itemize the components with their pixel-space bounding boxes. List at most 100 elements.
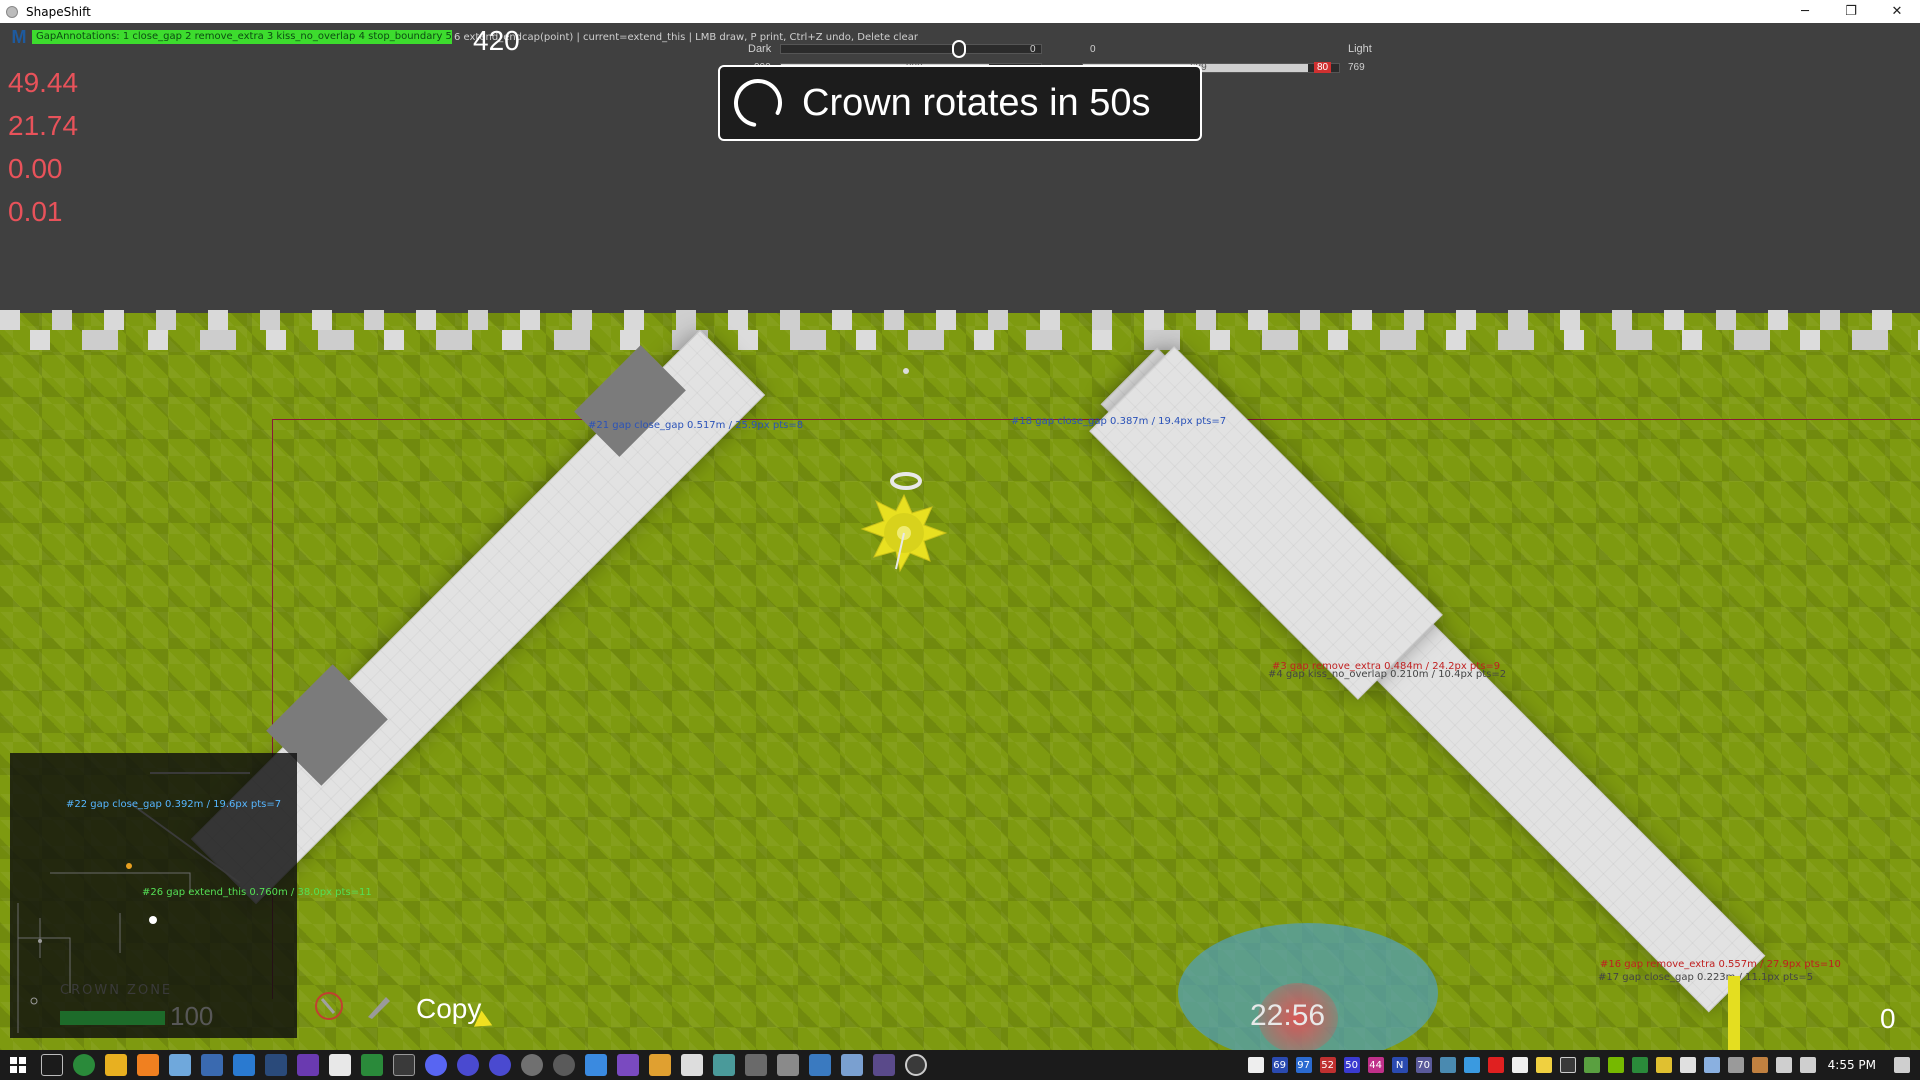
git-icon[interactable] [649,1054,671,1076]
slider-dark-knob[interactable] [952,40,966,58]
dark-label: Dark [748,43,772,55]
minimap[interactable]: #22 gap close_gap 0.392m / 19.6px pts=7 … [10,753,372,1038]
title-bar: ShapeShift ─ ❐ ✕ [0,0,1920,23]
game-viewport[interactable]: #21 gap close_gap 0.517m / 25.9px pts=8 … [0,23,1920,1050]
tray-badge-6[interactable]: N [1391,1057,1408,1073]
shapeshift-taskbar-icon[interactable] [905,1054,927,1076]
steam-icon[interactable] [265,1054,287,1076]
start-button[interactable] [0,1050,36,1080]
annotation-modes: GapAnnotations: 1 close_gap 2 remove_ext… [32,30,452,44]
app-icon [6,5,18,18]
maximize-button[interactable]: ❐ [1828,0,1874,23]
loading-spinner-icon [734,79,782,127]
stats-panel: 49.44 21.74 0.00 0.01 [8,61,78,233]
vs-code-icon[interactable] [329,1054,351,1076]
crown-countdown: Crown rotates in 50s [802,81,1151,124]
globe-icon[interactable] [521,1054,543,1076]
browser-icon-1[interactable] [457,1054,479,1076]
system-tray: 69 97 52 50 44 N 70 4:55 PM [1244,1050,1920,1080]
spreadsheet-icon[interactable] [361,1054,383,1076]
zone-health-value: 100 [170,1001,214,1031]
match-timer: 22:56 [1250,999,1326,1032]
app-icon-22[interactable] [745,1054,767,1076]
tray-keyboard-icon[interactable] [1751,1057,1768,1073]
slider-balance-b-red: 80 [1314,62,1332,73]
app-icon-21[interactable] [713,1054,735,1076]
minimize-button[interactable]: ─ [1782,0,1828,23]
gap-label-22: #22 gap close_gap 0.392m / 19.6px pts=7 [66,799,282,810]
spawn-dot [903,368,909,374]
app-icon-20[interactable] [681,1054,703,1076]
right-counter: 0 [1880,1003,1896,1034]
pen-tool-icon[interactable] [362,989,396,1023]
gap-label-16: #16 gap remove_extra 0.557m / 27.9px pts… [1600,959,1841,970]
annotation-bar: M GapAnnotations: 1 close_gap 2 remove_e… [8,27,918,47]
app-icon-7[interactable] [233,1054,255,1076]
tray-badge-3[interactable]: 52 [1319,1057,1336,1073]
tray-shield-icon[interactable] [1679,1057,1696,1073]
tray-battery-icon[interactable] [1559,1057,1576,1073]
browser-icon-2[interactable] [489,1054,511,1076]
tray-yellow-icon[interactable] [1535,1057,1552,1073]
tray-nvidia-icon[interactable] [1607,1057,1624,1073]
tray-badge-5[interactable]: 44 [1367,1057,1384,1073]
app-icon-18[interactable] [617,1054,639,1076]
media-player-icon[interactable] [137,1054,159,1076]
zone-health-bar [60,1011,165,1025]
editor-icon[interactable] [585,1054,607,1076]
task-view-icon[interactable] [41,1054,63,1076]
tray-network-icon[interactable] [1439,1057,1456,1073]
chrome-icon[interactable] [73,1054,95,1076]
slider-balance-b-max: 769 [1348,62,1365,73]
yellow-post [1728,976,1740,1050]
slider-dark-value: 0 [1030,44,1036,55]
tray-badge-7[interactable]: 70 [1415,1057,1432,1073]
tray-star-icon[interactable] [1655,1057,1672,1073]
file-explorer-icon[interactable] [105,1054,127,1076]
window-controls: ─ ❐ ✕ [1782,0,1920,23]
tray-green-h-icon[interactable] [1631,1057,1648,1073]
notifications-icon[interactable] [1894,1057,1910,1073]
settings-icon[interactable] [553,1054,575,1076]
terminal-icon[interactable] [393,1054,415,1076]
gap-label-26: #26 gap extend_this 0.760m / 38.0px pts=… [142,887,372,898]
light-label: Light [1348,43,1372,55]
stat-2: 21.74 [8,110,79,141]
minimap-player-marker [126,863,132,869]
tray-chart-icon[interactable] [1583,1057,1600,1073]
tray-app-icon-1[interactable] [1463,1057,1480,1073]
tray-badge-2[interactable]: 97 [1295,1057,1312,1073]
visual-studio-icon[interactable] [297,1054,319,1076]
gap-label-17: #17 gap close_gap 0.223m / 11.1px pts=5 [1598,972,1814,983]
tray-file-icon[interactable] [1247,1057,1264,1073]
app-icon-24[interactable] [809,1054,831,1076]
app-icon-25[interactable] [841,1054,863,1076]
arena-border-row [0,330,1920,350]
tray-white-icon[interactable] [1511,1057,1528,1073]
close-button[interactable]: ✕ [1874,0,1920,23]
tray-usb-icon[interactable] [1727,1057,1744,1073]
crown-zone-label: CROWN ZONE [60,983,173,998]
slider-light-value: 0 [1090,44,1096,55]
tray-wifi-icon[interactable] [1799,1057,1816,1073]
stat-1: 49.44 [8,67,79,98]
window-title: ShapeShift [26,4,91,19]
player-sun-icon[interactable] [850,469,958,589]
taskbar: 69 97 52 50 44 N 70 4:55 PM [0,1050,1920,1080]
brush-tool-icon[interactable] [312,989,346,1023]
copy-action-label[interactable]: Copy [416,993,481,1025]
tray-flag-icon[interactable] [1703,1057,1720,1073]
tray-badge-4[interactable]: 50 [1343,1057,1360,1073]
app-icon-26[interactable] [873,1054,895,1076]
tray-volume-icon[interactable] [1775,1057,1792,1073]
tray-badge-1[interactable]: 69 [1271,1057,1288,1073]
tray-red-icon[interactable] [1487,1057,1504,1073]
discord-icon[interactable] [425,1054,447,1076]
document-icon[interactable] [201,1054,223,1076]
app-icon-23[interactable] [777,1054,799,1076]
gap-label-21: #21 gap close_gap 0.517m / 25.9px pts=8 [588,420,804,431]
notepad-icon[interactable] [169,1054,191,1076]
annotation-help: 6 extend_endcap(point) | current=extend_… [454,31,918,43]
taskbar-clock[interactable]: 4:55 PM [1828,1058,1876,1072]
slider-dark[interactable] [780,44,1042,54]
